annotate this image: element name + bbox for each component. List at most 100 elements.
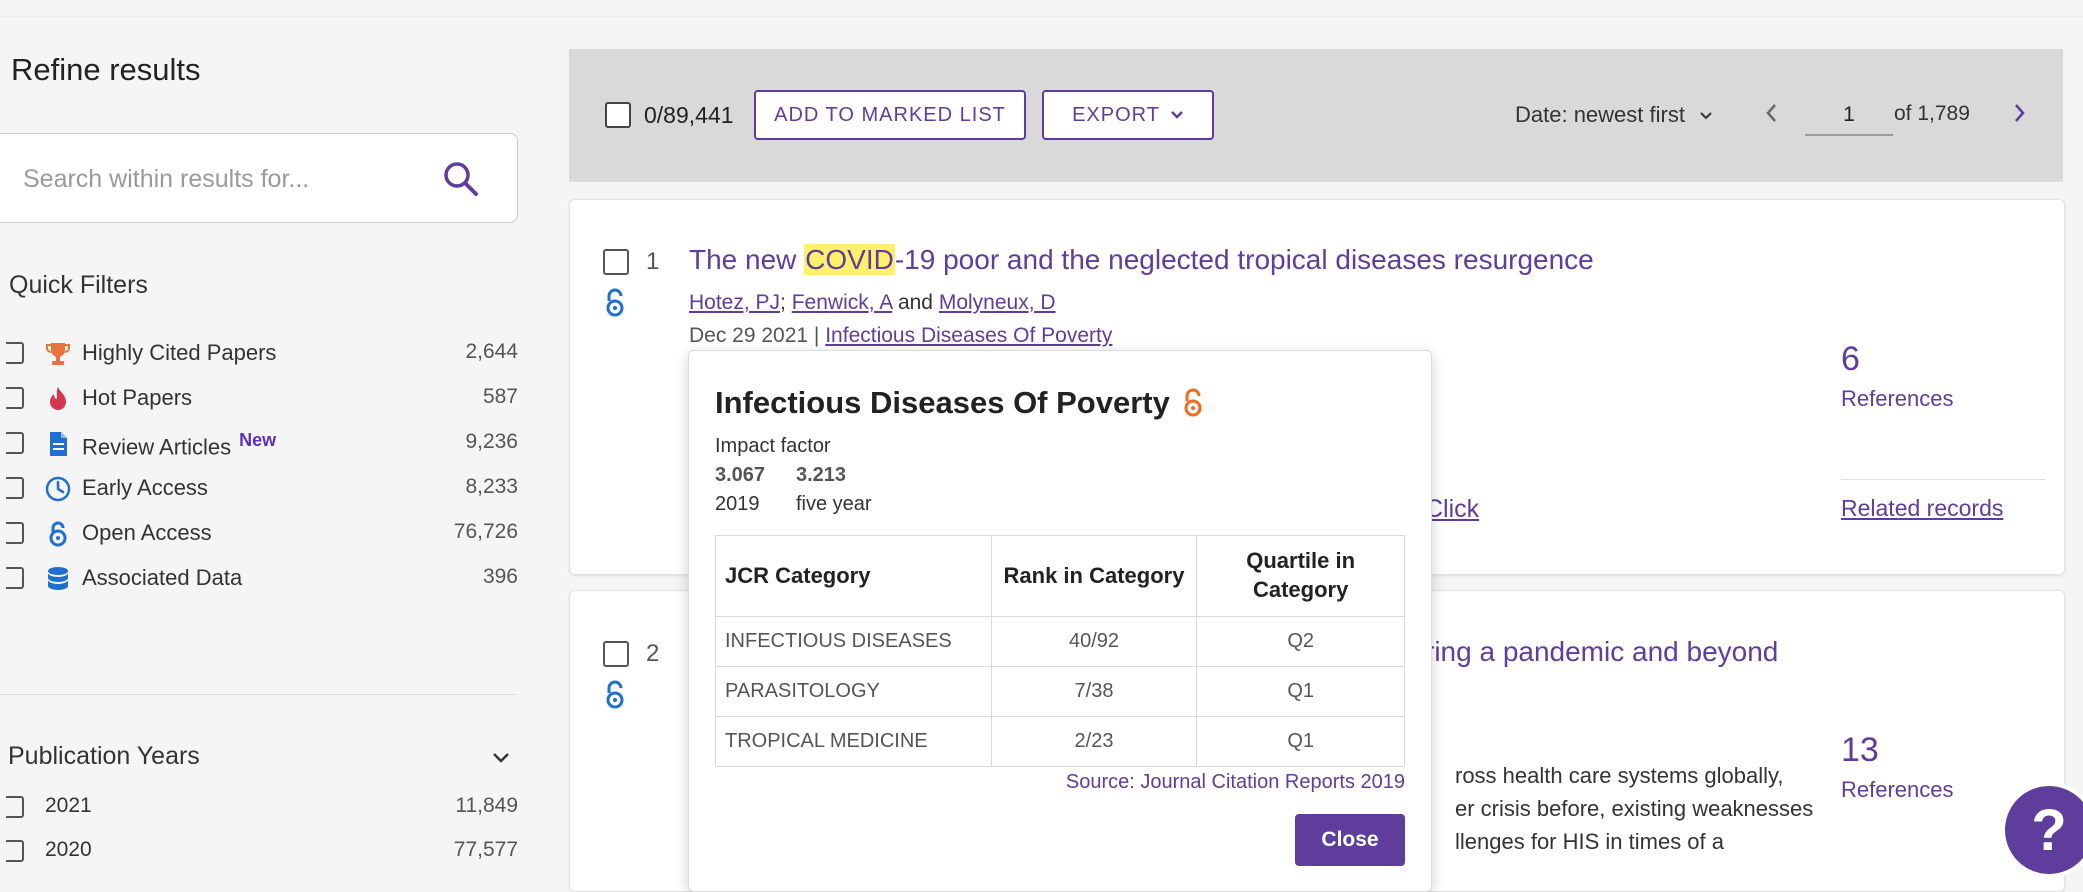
search-within-box (0, 133, 518, 223)
sort-label: Date: newest first (1515, 102, 1685, 127)
result-checbox[interactable] (603, 641, 629, 667)
references-label[interactable]: References (1841, 386, 1954, 412)
impact-factor-value: 3.067 (715, 464, 766, 486)
select-all-checkbox[interactable] (605, 102, 631, 128)
table-header-row: JCR Category Rank in Category Quartile i… (715, 535, 1405, 617)
journal-info-popup: Infectious Diseases Of Poverty Impact fa… (688, 350, 1432, 892)
checkbox[interactable] (6, 477, 24, 499)
quick-filter-count: 76,726 (453, 520, 518, 543)
chevron-right-icon[interactable] (2009, 101, 2029, 125)
quick-filter-review-articles[interactable]: Review Articles New 9,236 (0, 426, 520, 462)
source-link[interactable]: Source: Journal Citation Reports 2019 (1066, 771, 1405, 794)
rank-cell: 7/38 (990, 666, 1198, 717)
year-filter-2021[interactable]: 2021 11,849 (0, 790, 520, 824)
quick-filter-count: 2,644 (465, 340, 518, 363)
quick-filter-hot-papers[interactable]: Hot Papers 587 (0, 381, 520, 417)
category-cell: PARASITOLOGY (715, 666, 992, 717)
clock-icon (45, 476, 71, 502)
results-toolbar: 0/89,441 ADD TO MARKED LIST EXPORT Date:… (569, 49, 2063, 182)
publication-years-title[interactable]: Publication Years (8, 742, 200, 771)
references-label[interactable]: References (1841, 777, 1954, 803)
page-number-input[interactable] (1805, 96, 1893, 136)
chevron-left-icon[interactable] (1762, 101, 1782, 125)
author-link[interactable]: Molyneux, D (939, 291, 1056, 314)
related-records-link[interactable]: Related records (1841, 495, 2003, 522)
impact-factor-year: 2019 (715, 493, 760, 515)
popup-title-text: Infectious Diseases Of Poverty (715, 385, 1170, 420)
quick-filter-label: Associated Data (82, 565, 243, 590)
journal-link[interactable]: Infectious Diseases Of Poverty (825, 324, 1112, 347)
document-icon (50, 432, 67, 456)
column-header: Quartile in Category (1196, 535, 1405, 617)
author-link[interactable]: Fenwick, A (792, 291, 892, 314)
open-access-icon (606, 288, 624, 317)
quick-filter-label: Open Access (82, 520, 212, 545)
checkbox[interactable] (6, 840, 24, 862)
quick-filter-count: 8,233 (465, 475, 518, 498)
year-filter-2020[interactable]: 2020 77,577 (0, 834, 520, 863)
chevron-down-icon (1171, 111, 1183, 119)
quick-filter-count: 396 (482, 565, 518, 588)
impact-factor-values: 3.067 3.213 (715, 464, 846, 487)
quick-filter-open-access[interactable]: Open Access 76,726 (0, 516, 520, 552)
quartile-cell: Q1 (1196, 716, 1405, 767)
result-number: 2 (646, 640, 660, 667)
result-date: Dec 29 2021 (689, 324, 809, 347)
add-to-marked-list-button[interactable]: ADD TO MARKED LIST (754, 90, 1026, 140)
year-count: 77,577 (453, 838, 518, 861)
quartile-cell: Q1 (1196, 666, 1405, 717)
sort-dropdown[interactable]: Date: newest first (1515, 102, 1713, 128)
quick-filter-associated-data[interactable]: Associated Data 396 (0, 561, 520, 597)
result-checkbox[interactable] (603, 249, 629, 275)
open-access-icon (1184, 388, 1202, 417)
category-cell: INFECTIOUS DISEASES (715, 616, 992, 667)
quick-filter-count: 9,236 (465, 430, 518, 453)
add-to-marked-list-label: ADD TO MARKED LIST (774, 103, 1006, 126)
abstract-line: er crisis before, existing weaknesses (1455, 796, 1814, 821)
result-authors: Hotez, PJ; Fenwick, A and Molyneux, D (689, 291, 1056, 315)
result-title[interactable]: ring a pandemic and beyond (1425, 636, 1778, 668)
checkbox[interactable] (6, 432, 24, 454)
popup-journal-title: Infectious Diseases Of Poverty (715, 385, 1204, 421)
open-access-icon (49, 521, 67, 547)
export-button[interactable]: EXPORT (1042, 90, 1214, 140)
title-text: -19 poor and the neglected tropical dise… (894, 244, 1594, 275)
table-row: INFECTIOUS DISEASES 40/92 Q2 (715, 616, 1405, 667)
close-button[interactable]: Close (1295, 814, 1405, 866)
quick-filter-label: Early Access (82, 475, 208, 500)
result-title[interactable]: The new COVID-19 poor and the neglected … (689, 244, 1594, 276)
category-cell: TROPICAL MEDICINE (715, 716, 992, 767)
quick-filters-title: Quick Filters (9, 271, 148, 299)
trophy-icon (46, 343, 70, 365)
checkbox[interactable] (6, 567, 24, 589)
checkbox[interactable] (6, 522, 24, 544)
abstract-line: llenges for HIS in times of a (1455, 829, 1725, 854)
new-badge: New (239, 430, 277, 450)
rank-cell: 2/23 (990, 716, 1198, 767)
abstract-line: ross health care systems globally, (1455, 763, 1784, 788)
chevron-down-icon[interactable] (491, 751, 511, 765)
meta-separator: | (808, 324, 826, 347)
checkbox[interactable] (6, 796, 24, 818)
quick-filter-early-access[interactable]: Early Access 8,233 (0, 471, 520, 507)
author-link[interactable]: Hotez, PJ (689, 291, 780, 314)
rank-cell: 40/92 (990, 616, 1198, 667)
full-text-link[interactable]: Click (1425, 495, 1479, 524)
refine-sidebar: Refine results Quick Filters Highly Cite… (0, 16, 540, 863)
quartile-cell: Q2 (1196, 616, 1405, 667)
table-row: PARASITOLOGY 7/38 Q1 (715, 666, 1405, 717)
checkbox[interactable] (6, 342, 24, 364)
search-within-input[interactable] (21, 158, 435, 200)
refine-title: Refine results (11, 52, 201, 87)
result-number: 1 (646, 248, 660, 275)
year-label: 2020 (45, 838, 92, 861)
quick-filter-highly-cited[interactable]: Highly Cited Papers 2,644 (0, 336, 520, 372)
references-count[interactable]: 6 (1841, 340, 1860, 379)
search-icon[interactable] (441, 159, 481, 199)
database-icon (48, 567, 68, 590)
impact-factor-value: 3.213 (796, 464, 847, 486)
selection-count: 0/89,441 (644, 102, 734, 128)
quick-filter-label: Hot Papers (82, 385, 193, 410)
references-count[interactable]: 13 (1841, 731, 1879, 770)
checkbox[interactable] (6, 387, 24, 409)
